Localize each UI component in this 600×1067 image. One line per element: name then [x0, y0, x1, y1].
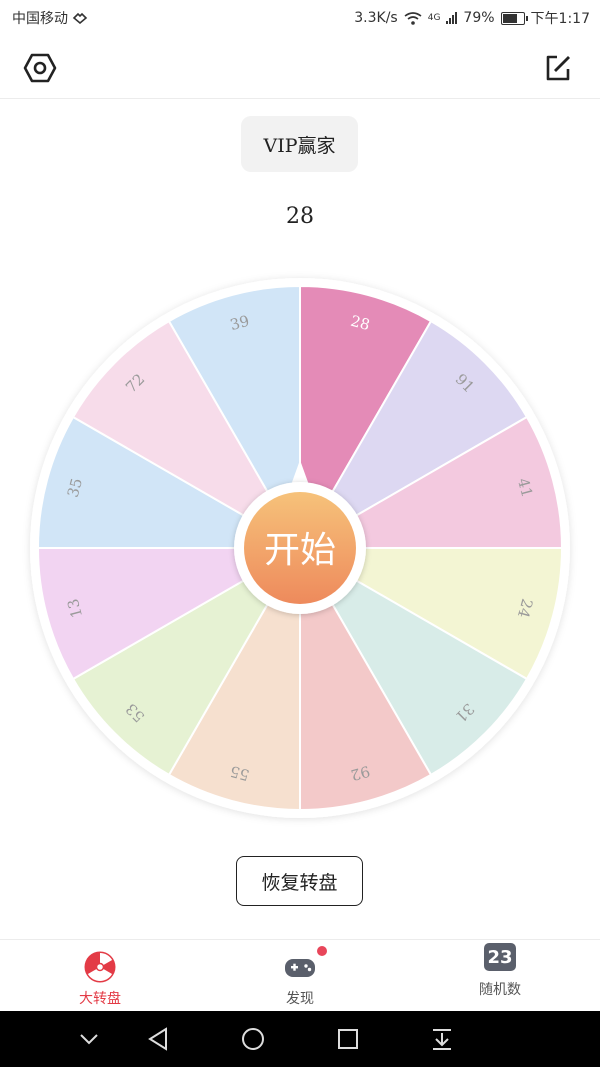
- status-right: 3.3K/s 4G 79% 下午1:17: [354, 8, 590, 28]
- system-nav-bar: [0, 1011, 600, 1067]
- settings-hexagon-icon: [23, 53, 57, 83]
- battery-percent: 79%: [463, 10, 495, 26]
- spin-result: 28: [286, 204, 314, 229]
- network-type: 4G: [427, 13, 441, 23]
- hd-voice-icon: [72, 12, 88, 24]
- notification-pulldown-icon[interactable]: [430, 1025, 454, 1053]
- back-icon[interactable]: [146, 1025, 170, 1053]
- home-icon[interactable]: [240, 1025, 266, 1053]
- signal-icon: [446, 12, 458, 24]
- wifi-icon: [404, 11, 422, 25]
- edit-button[interactable]: [540, 50, 576, 86]
- wheel-icon: [83, 950, 117, 984]
- recents-icon[interactable]: [336, 1025, 360, 1053]
- bottom-nav: 大转盘 发现 23 随机数: [0, 939, 600, 1012]
- status-left: 中国移动: [12, 8, 88, 28]
- battery-icon: [500, 11, 528, 25]
- status-bar: 中国移动 3.3K/s 4G 79% 下午1:17: [0, 0, 600, 34]
- clock: 下午1:17: [530, 11, 590, 27]
- net-speed: 3.3K/s: [354, 10, 398, 26]
- app-bar: [0, 34, 600, 99]
- chevron-down-icon[interactable]: [78, 1025, 100, 1053]
- carrier-name: 中国移动: [12, 11, 68, 27]
- gamepad-icon: [283, 946, 327, 984]
- settings-button[interactable]: [22, 50, 58, 86]
- nav-label-discover: 发现: [286, 991, 314, 1007]
- vip-winner-button[interactable]: VIP赢家: [241, 116, 358, 172]
- edit-square-icon: [546, 55, 570, 81]
- nav-item-wheel[interactable]: 大转盘: [0, 940, 200, 1012]
- start-button-label: 开始: [264, 530, 336, 571]
- nav-item-discover[interactable]: 发现: [200, 940, 400, 1012]
- nav-label-random-number: 随机数: [479, 982, 521, 998]
- nav-item-random-number[interactable]: 23 随机数: [400, 940, 600, 1012]
- nav-label-wheel: 大转盘: [79, 991, 121, 1007]
- restore-wheel-button[interactable]: 恢复转盘: [236, 856, 363, 906]
- number-icon: 23: [484, 943, 516, 971]
- notification-badge: [317, 946, 327, 956]
- prize-wheel[interactable]: 289141243192555313357239 开始: [0, 270, 600, 830]
